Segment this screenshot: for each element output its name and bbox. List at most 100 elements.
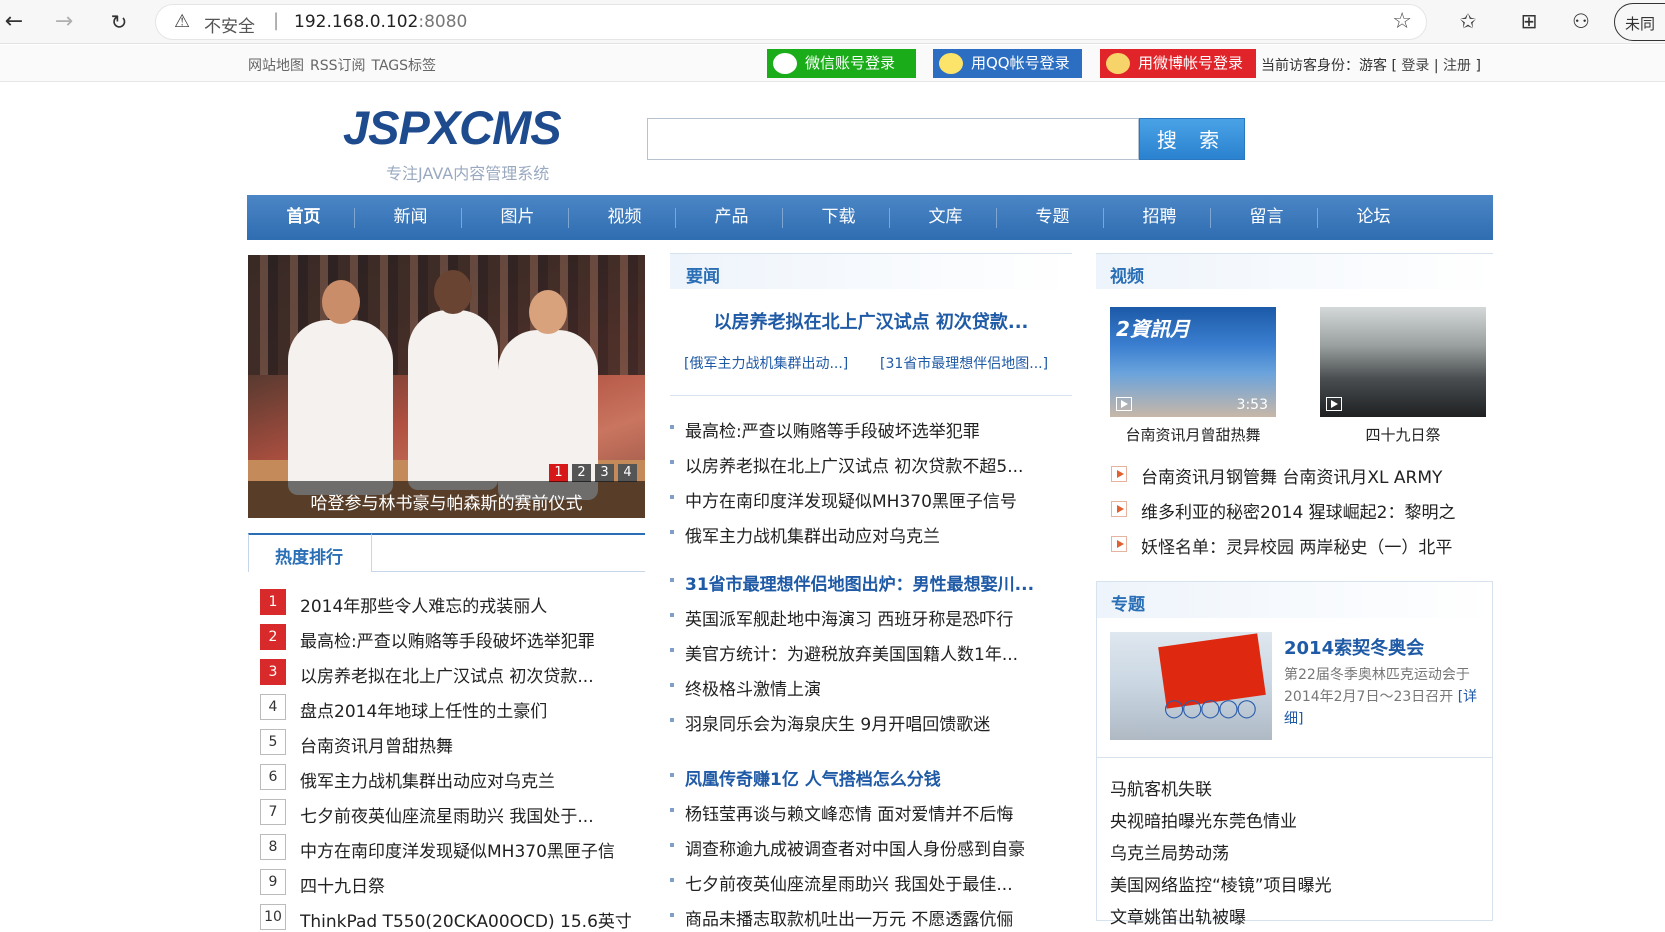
hot-list-item[interactable]: 6 俄军主力战机集群出动应对乌克兰 <box>260 764 650 792</box>
news-list-item[interactable]: 美官方统计：为避税放弃美国国籍人数1年... <box>670 638 1072 665</box>
video-item-title[interactable]: 维多利亚的秘密2014 猩球崛起2：黎明之 <box>1141 498 1455 523</box>
news-item-title[interactable]: 最高检:严查以贿赂等手段破坏选举犯罪 <box>685 417 1070 442</box>
register-link[interactable]: 注册 <box>1443 58 1471 74</box>
news-item-title[interactable]: 31省市最理想伴侣地图出炉：男性最想娶川... <box>685 570 1070 595</box>
news-item-title[interactable]: 杨钰莹再谈与赖文峰恋情 面对爱情并不后悔 <box>685 800 1070 825</box>
news-item-title[interactable]: 以房养老拟在北上广汉试点 初次贷款不超5... <box>685 452 1070 477</box>
reload-icon[interactable]: ↻ <box>105 8 133 36</box>
nav-item[interactable]: 首页 <box>247 195 360 240</box>
address-bar[interactable]: ⚠ 不安全 | 192.168.0.102:8080 ☆ <box>155 4 1427 40</box>
hot-list-item[interactable]: 3 以房养老拟在北上广汉试点 初次贷款... <box>260 659 650 687</box>
slideshow[interactable]: 1234 哈登参与林书豪与帕森斯的赛前仪式 <box>248 255 645 518</box>
news-list-item[interactable]: 杨钰莹再谈与赖文峰恋情 面对爱情并不后悔 <box>670 798 1072 825</box>
topic-image[interactable]: ◯◯◯◯◯ <box>1110 632 1272 740</box>
video-thumbnail[interactable] <box>1320 307 1486 417</box>
hot-item-title[interactable]: 中方在南印度洋发现疑似MH370黑匣子信 <box>300 837 640 862</box>
url-text[interactable]: 192.168.0.102:8080 <box>294 12 467 32</box>
topic-list-item[interactable]: 马航客机失联 <box>1110 775 1212 800</box>
news-item-title[interactable]: 商品未播志取款机吐出一万元 不愿透露伉俪 <box>685 905 1070 930</box>
hot-list-item[interactable]: 1 2014年那些令人难忘的戎装丽人 <box>260 589 650 617</box>
slide-page-button[interactable]: 1 <box>549 464 568 482</box>
nav-item[interactable]: 图片 <box>461 195 574 240</box>
slide-page-button[interactable]: 2 <box>572 464 591 482</box>
topic-list-item[interactable]: 乌克兰局势动荡 <box>1110 839 1229 864</box>
back-arrow-icon[interactable]: ← <box>0 8 28 36</box>
news-list-item[interactable]: 商品未播志取款机吐出一万元 不愿透露伉俪 <box>670 903 1072 930</box>
hot-list-item[interactable]: 7 七夕前夜英仙座流星雨助兴 我国处于... <box>260 799 650 827</box>
star-icon[interactable]: ☆ <box>1392 9 1412 34</box>
wechat-login-button[interactable]: 微信账号登录 <box>767 49 916 78</box>
video-list-item[interactable]: 台南资讯月钢管舞 台南资讯月XL ARMY <box>1111 462 1491 488</box>
rss-link[interactable]: RSS订阅 <box>310 58 366 74</box>
news-item-title[interactable]: 俄军主力战机集群出动应对乌克兰 <box>685 522 1070 547</box>
hot-item-title[interactable]: 四十九日祭 <box>300 872 640 897</box>
video-thumbnail[interactable]: 2資訊月 3:53 <box>1110 307 1276 417</box>
hot-item-title[interactable]: 盘点2014年地球上任性的土豪们 <box>300 697 640 722</box>
favorites-icon[interactable]: ✩ <box>1455 9 1481 33</box>
slide-page-button[interactable]: 3 <box>595 464 614 482</box>
hot-item-title[interactable]: 2014年那些令人难忘的戎装丽人 <box>300 592 640 617</box>
slide-page-button[interactable]: 4 <box>618 464 637 482</box>
slide-caption[interactable]: 哈登参与林书豪与帕森斯的赛前仪式 <box>248 489 645 514</box>
qq-login-button[interactable]: 用QQ帐号登录 <box>933 49 1082 78</box>
nav-item[interactable]: 招聘 <box>1103 195 1216 240</box>
nav-item[interactable]: 视频 <box>568 195 681 240</box>
profile-button[interactable]: 未同 <box>1614 3 1665 41</box>
hot-list-item[interactable]: 5 台南资讯月曾甜热舞 <box>260 729 650 757</box>
search-input[interactable] <box>647 118 1139 160</box>
feedback-icon[interactable]: ⚇ <box>1568 9 1594 33</box>
news-item-title[interactable]: 中方在南印度洋发现疑似MH370黑匣子信号 <box>685 487 1070 512</box>
collections-icon[interactable]: ⊞ <box>1516 9 1542 33</box>
nav-item[interactable]: 专题 <box>996 195 1109 240</box>
video-caption[interactable]: 四十九日祭 <box>1320 424 1486 445</box>
news-sub-link-right[interactable]: [31省市最理想伴侣地图...] <box>880 353 1048 373</box>
weibo-login-button[interactable]: 用微博帐号登录 <box>1100 49 1256 78</box>
hot-list-item[interactable]: 8 中方在南印度洋发现疑似MH370黑匣子信 <box>260 834 650 862</box>
news-list-item[interactable]: 最高检:严查以贿赂等手段破坏选举犯罪 <box>670 415 1072 442</box>
topic-list-item[interactable]: 文章姚笛出轨被曝 <box>1110 903 1246 928</box>
news-list-item[interactable]: 凤凰传奇赚1亿 人气搭档怎么分钱 <box>670 763 1072 790</box>
news-feature-headline[interactable]: 以房养老拟在北上广汉试点 初次贷款... <box>670 308 1072 334</box>
news-list-item[interactable]: 中方在南印度洋发现疑似MH370黑匣子信号 <box>670 485 1072 512</box>
nav-item[interactable]: 论坛 <box>1317 195 1430 240</box>
news-list-item[interactable]: 以房养老拟在北上广汉试点 初次贷款不超5... <box>670 450 1072 477</box>
video-item-title[interactable]: 妖怪名单：灵异校园 两岸秘史（一）北平 <box>1141 533 1452 558</box>
hot-item-title[interactable]: 七夕前夜英仙座流星雨助兴 我国处于... <box>300 802 640 827</box>
hot-list-item[interactable]: 10 ThinkPad T550(20CKA00OCD) 15.6英寸 <box>260 904 650 932</box>
news-item-title[interactable]: 羽泉同乐会为海泉庆生 9月开唱回馈歌迷 <box>685 710 1070 735</box>
news-sub-link-left[interactable]: [俄军主力战机集群出动...] <box>684 353 848 373</box>
nav-item[interactable]: 产品 <box>675 195 788 240</box>
nav-item[interactable]: 新闻 <box>354 195 467 240</box>
nav-item[interactable]: 下载 <box>782 195 895 240</box>
news-item-title[interactable]: 美官方统计：为避税放弃美国国籍人数1年... <box>685 640 1070 665</box>
sitemap-link[interactable]: 网站地图 <box>248 58 304 74</box>
hot-list-item[interactable]: 4 盘点2014年地球上任性的土豪们 <box>260 694 650 722</box>
news-list-item[interactable]: 俄军主力战机集群出动应对乌克兰 <box>670 520 1072 547</box>
topic-title[interactable]: 2014索契冬奥会 <box>1284 634 1424 660</box>
news-item-title[interactable]: 终极格斗激情上演 <box>685 675 1070 700</box>
news-item-title[interactable]: 调查称逾九成被调查者对中国人身份感到自豪 <box>685 835 1070 860</box>
news-item-title[interactable]: 英国派军舰赴地中海演习 西班牙称是恐吓行 <box>685 605 1070 630</box>
tags-link[interactable]: TAGS标签 <box>372 58 437 74</box>
hot-item-title[interactable]: ThinkPad T550(20CKA00OCD) 15.6英寸 <box>300 907 640 932</box>
login-link[interactable]: 登录 <box>1401 58 1429 74</box>
site-logo[interactable]: JSPXCMS <box>343 100 562 155</box>
hot-item-title[interactable]: 俄军主力战机集群出动应对乌克兰 <box>300 767 640 792</box>
forward-arrow-icon[interactable]: → <box>50 8 78 36</box>
news-list-item[interactable]: 英国派军舰赴地中海演习 西班牙称是恐吓行 <box>670 603 1072 630</box>
nav-item[interactable]: 文库 <box>889 195 1002 240</box>
nav-item[interactable]: 留言 <box>1210 195 1323 240</box>
hot-item-title[interactable]: 以房养老拟在北上广汉试点 初次贷款... <box>300 662 640 687</box>
news-list-item[interactable]: 调查称逾九成被调查者对中国人身份感到自豪 <box>670 833 1072 860</box>
news-list-item[interactable]: 31省市最理想伴侣地图出炉：男性最想娶川... <box>670 568 1072 595</box>
video-list-item[interactable]: 维多利亚的秘密2014 猩球崛起2：黎明之 <box>1111 497 1491 523</box>
search-button[interactable]: 搜 索 <box>1139 118 1245 160</box>
hot-item-title[interactable]: 最高检:严查以贿赂等手段破坏选举犯罪 <box>300 627 640 652</box>
news-item-title[interactable]: 七夕前夜英仙座流星雨助兴 我国处于最佳... <box>685 870 1070 895</box>
video-item-title[interactable]: 台南资讯月钢管舞 台南资讯月XL ARMY <box>1141 463 1442 488</box>
topic-list-item[interactable]: 美国网络监控“棱镜”项目曝光 <box>1110 871 1332 896</box>
hot-list-item[interactable]: 9 四十九日祭 <box>260 869 650 897</box>
news-item-title[interactable]: 凤凰传奇赚1亿 人气搭档怎么分钱 <box>685 765 1070 790</box>
news-list-item[interactable]: 七夕前夜英仙座流星雨助兴 我国处于最佳... <box>670 868 1072 895</box>
news-list-item[interactable]: 羽泉同乐会为海泉庆生 9月开唱回馈歌迷 <box>670 708 1072 735</box>
